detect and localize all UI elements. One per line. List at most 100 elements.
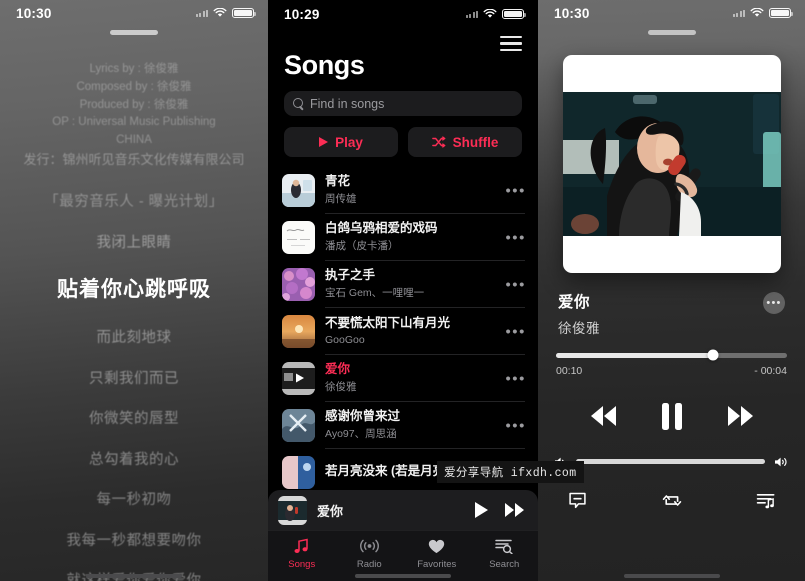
radio-icon: [359, 536, 379, 556]
song-title: 不要慌太阳下山有月光: [325, 316, 451, 331]
song-meta: 执子之手 宝石 Gem、一哩哩一: [325, 261, 525, 308]
table-row[interactable]: 白鸽乌鸦相爱的戏码 潘成（皮卡潘） •••: [268, 214, 538, 261]
table-row[interactable]: 青花 周传雄 •••: [268, 167, 538, 214]
tab-songs[interactable]: Songs: [268, 536, 336, 581]
song-artist: 徐俊雅: [325, 381, 357, 394]
three-phone-screenshot-stage: 10:30 Lyrics by : 徐俊雅 Composed by : 徐俊雅 …: [0, 0, 805, 581]
wifi-icon: [750, 8, 764, 18]
table-row[interactable]: 感谢你曾来过 Ayo97、周思涵 •••: [268, 402, 538, 449]
search-input[interactable]: Find in songs: [284, 91, 522, 116]
more-icon[interactable]: •••: [505, 323, 526, 340]
lyric-line[interactable]: 而此刻地球: [8, 318, 260, 359]
more-icon[interactable]: •••: [763, 292, 785, 314]
credit-line: OP : Universal Music Publishing: [52, 116, 216, 129]
search-placeholder: Find in songs: [310, 96, 385, 111]
battery-icon: [232, 7, 256, 19]
songs-panel: 10:29 Songs Find in songs Play Shuffle 青…: [268, 0, 538, 581]
status-bar-now-playing: 10:30: [538, 0, 805, 26]
repeat-icon[interactable]: [661, 490, 683, 512]
fast-forward-icon[interactable]: [504, 503, 524, 517]
lyric-line[interactable]: 就这样爱你爱你爱你: [8, 561, 260, 581]
lyrics-panel: 10:30 Lyrics by : 徐俊雅 Composed by : 徐俊雅 …: [0, 0, 268, 581]
lyric-line[interactable]: 我每一秒都想要吻你: [8, 521, 260, 562]
volume-slider[interactable]: [576, 459, 765, 464]
wifi-icon: [483, 9, 497, 19]
play-icon[interactable]: [474, 502, 488, 518]
now-playing-title: 爱你: [558, 294, 591, 311]
more-icon[interactable]: •••: [505, 276, 526, 293]
volume-high-icon: [774, 456, 789, 468]
album-art: [282, 456, 315, 489]
play-button[interactable]: Play: [284, 127, 398, 157]
more-icon[interactable]: •••: [505, 417, 526, 434]
mini-player[interactable]: 爱你: [268, 490, 538, 530]
pause-icon[interactable]: [661, 402, 682, 430]
status-time: 10:29: [284, 6, 320, 22]
signal-icon: [195, 9, 208, 17]
tab-search[interactable]: Search: [471, 536, 539, 581]
song-meta: 爱你 徐俊雅: [325, 355, 525, 402]
heart-icon: [428, 536, 445, 556]
more-icon[interactable]: •••: [505, 370, 526, 387]
status-indicators: [732, 7, 793, 19]
credit-line: 发行：锦州听见音乐文化传媒有限公司: [23, 152, 245, 168]
song-title: 白鸽乌鸦相爱的戏码: [325, 220, 438, 235]
lyric-line[interactable]: 每一秒初吻: [8, 480, 260, 521]
shuffle-button-label: Shuffle: [452, 134, 499, 150]
rewind-icon[interactable]: [590, 406, 616, 426]
fast-forward-icon[interactable]: [727, 406, 753, 426]
song-meta: 不要慌太阳下山有月光 GooGoo: [325, 308, 525, 355]
battery-icon: [502, 8, 526, 20]
more-icon[interactable]: •••: [505, 229, 526, 246]
table-row[interactable]: 执子之手 宝石 Gem、一哩哩一 •••: [268, 261, 538, 308]
song-meta: 白鸽乌鸦相爱的戏码 潘成（皮卡潘）: [325, 214, 525, 261]
remaining-time: - 00:04: [754, 364, 787, 377]
album-art: [282, 268, 315, 301]
signal-icon: [732, 9, 745, 17]
song-title: 感谢你曾来过: [325, 408, 401, 423]
more-icon[interactable]: •••: [505, 182, 526, 199]
song-artist: 周传雄: [325, 193, 357, 206]
lyrics-icon[interactable]: [566, 490, 588, 512]
shuffle-button[interactable]: Shuffle: [408, 127, 522, 157]
tab-label: Songs: [288, 559, 316, 570]
progress-knob[interactable]: [707, 349, 719, 361]
progress-slider[interactable]: [556, 349, 787, 361]
mini-album-art: [278, 495, 307, 525]
lyric-line[interactable]: 我闭上眼睛: [8, 223, 260, 264]
table-row[interactable]: 不要慌太阳下山有月光 GooGoo •••: [268, 308, 538, 355]
queue-icon[interactable]: [755, 490, 777, 512]
transport-controls: [538, 402, 805, 430]
lyrics-list[interactable]: 「最穷音乐人 - 曝光计划」 我闭上眼睛 贴着你心跳呼吸 而此刻地球 只剩我们而…: [0, 170, 268, 581]
secondary-controls: [538, 490, 805, 512]
album-artwork-singer-with-microphone[interactable]: [562, 55, 781, 273]
song-title-now-playing: 爱你: [325, 361, 351, 376]
song-meta: 青花 周传雄: [325, 167, 525, 214]
home-indicator: [623, 574, 720, 578]
lyric-line[interactable]: 总勾着我的心: [8, 440, 260, 481]
hamburger-icon[interactable]: [500, 36, 522, 51]
song-artist: Ayo97、周思涵: [325, 428, 397, 441]
song-artist: GooGoo: [325, 333, 365, 346]
track-credits: Lyrics by : 徐俊雅 Composed by : 徐俊雅 Produc…: [0, 35, 268, 170]
tab-label: Radio: [356, 559, 382, 570]
lyric-line[interactable]: 你微笑的唇型: [8, 399, 260, 440]
home-indicator: [86, 574, 182, 578]
mini-player-title: 爱你: [317, 503, 344, 519]
album-art: [282, 409, 315, 442]
elapsed-time: 00:10: [556, 364, 583, 377]
lyric-line[interactable]: 只剩我们而已: [8, 359, 260, 400]
song-meta: 感谢你曾来过 Ayo97、周思涵: [325, 402, 525, 449]
lyric-line-active[interactable]: 贴着你心跳呼吸: [8, 263, 260, 318]
now-playing-header: 爱你 徐俊雅 •••: [538, 273, 805, 337]
watermark: 爱分享导航 ifxdh.com: [437, 461, 584, 483]
lyric-line[interactable]: 「最穷音乐人 - 曝光计划」: [8, 182, 260, 223]
progress-section: 00:10 - 00:04: [538, 337, 805, 377]
song-list: 青花 周传雄 ••• 白鸽乌鸦相爱的戏码 潘成（皮卡潘） ••• 执子之手 宝石…: [268, 167, 538, 496]
wifi-icon: [213, 8, 227, 18]
table-row[interactable]: 爱你 徐俊雅 •••: [268, 355, 538, 402]
credit-line: Composed by : 徐俊雅: [76, 80, 192, 93]
music-note-icon: [294, 536, 309, 556]
shuffle-icon: [431, 136, 446, 148]
sheet-grabber[interactable]: [647, 30, 696, 35]
